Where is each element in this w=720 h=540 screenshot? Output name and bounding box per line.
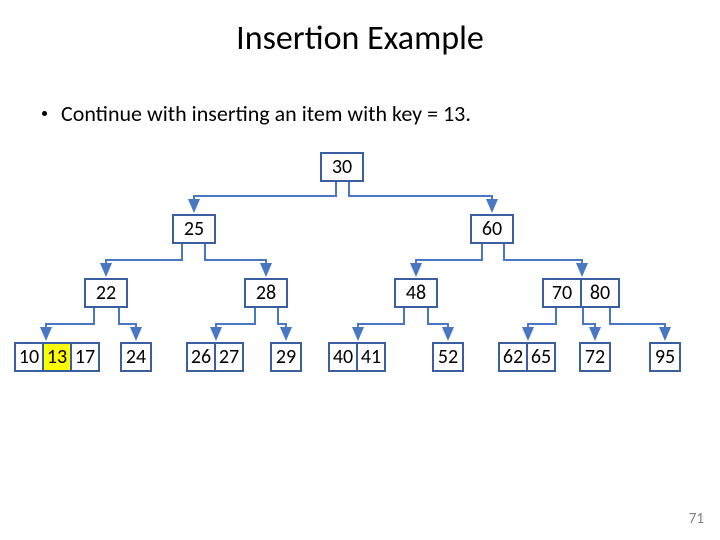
page-number: 71 (689, 510, 704, 528)
node-80: 80 (580, 278, 620, 308)
tree-diagram: 30 25 60 22 28 48 70 80 10 13 17 24 26 2… (0, 150, 720, 450)
node-48: 48 (394, 278, 438, 308)
node-60: 60 (470, 214, 514, 244)
leaf-17: 17 (70, 342, 100, 372)
leaf-40: 40 (328, 342, 358, 372)
node-25: 25 (172, 214, 216, 244)
leaf-26: 26 (186, 342, 216, 372)
leaf-29: 29 (270, 342, 302, 372)
leaf-95: 95 (649, 342, 681, 372)
leaf-65: 65 (526, 342, 556, 372)
leaf-10: 10 (14, 342, 44, 372)
node-28: 28 (244, 278, 288, 308)
leaf-72: 72 (579, 342, 611, 372)
leaf-27: 27 (214, 342, 244, 372)
leaf-13-highlight: 13 (42, 342, 72, 372)
bullet-line: Continue with inserting an item with key… (42, 100, 471, 127)
leaf-41: 41 (356, 342, 386, 372)
leaf-52: 52 (432, 342, 464, 372)
slide-title: Insertion Example (0, 18, 720, 59)
slide: Insertion Example Continue with insertin… (0, 0, 720, 540)
bullet-icon (42, 111, 47, 116)
node-70: 70 (542, 278, 582, 308)
node-22: 22 (84, 278, 128, 308)
bullet-text: Continue with inserting an item with key… (61, 100, 471, 127)
leaf-24: 24 (120, 342, 152, 372)
node-root: 30 (320, 152, 364, 182)
leaf-62: 62 (498, 342, 528, 372)
